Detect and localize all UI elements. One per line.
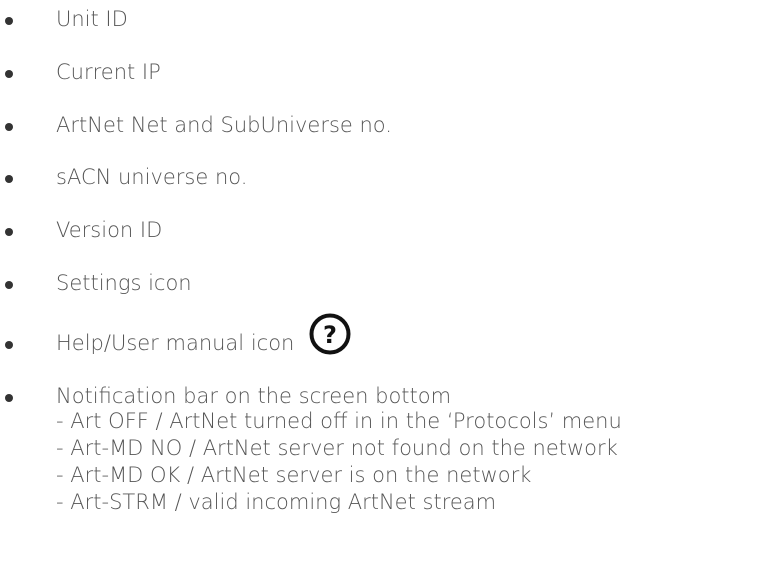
bullet bbox=[5, 123, 13, 131]
bullet bbox=[5, 17, 13, 25]
bullet bbox=[5, 175, 13, 183]
bullet bbox=[5, 228, 13, 236]
item-label: Settings icon bbox=[56, 271, 192, 295]
sub-item-art-md-no: - Art-MD NO / ArtNet server not found on… bbox=[56, 436, 618, 460]
item-label: ArtNet Net and SubUniverse no. bbox=[56, 113, 392, 137]
sub-item-art-off: - Art OFF / ArtNet turned off in in the … bbox=[56, 409, 622, 433]
sub-item-art-md-ok: - Art-MD OK / ArtNet server is on the ne… bbox=[56, 463, 532, 487]
bullet bbox=[5, 341, 13, 349]
bullet bbox=[5, 70, 13, 78]
bullet bbox=[5, 281, 13, 289]
item-label: Unit ID bbox=[56, 7, 128, 31]
item-label: Help/User manual icon bbox=[56, 331, 295, 355]
item-label: Current IP bbox=[56, 60, 161, 84]
item-label: sACN universe no. bbox=[56, 165, 248, 189]
sub-item-art-strm: - Art-STRM / valid incoming ArtNet strea… bbox=[56, 490, 497, 514]
question-mark-glyph: ? bbox=[323, 321, 337, 349]
item-label: Notification bar on the screen bottom bbox=[56, 384, 452, 408]
item-label: Version ID bbox=[56, 218, 163, 242]
question-circle-icon: ? bbox=[309, 313, 351, 355]
bullet bbox=[5, 394, 13, 402]
